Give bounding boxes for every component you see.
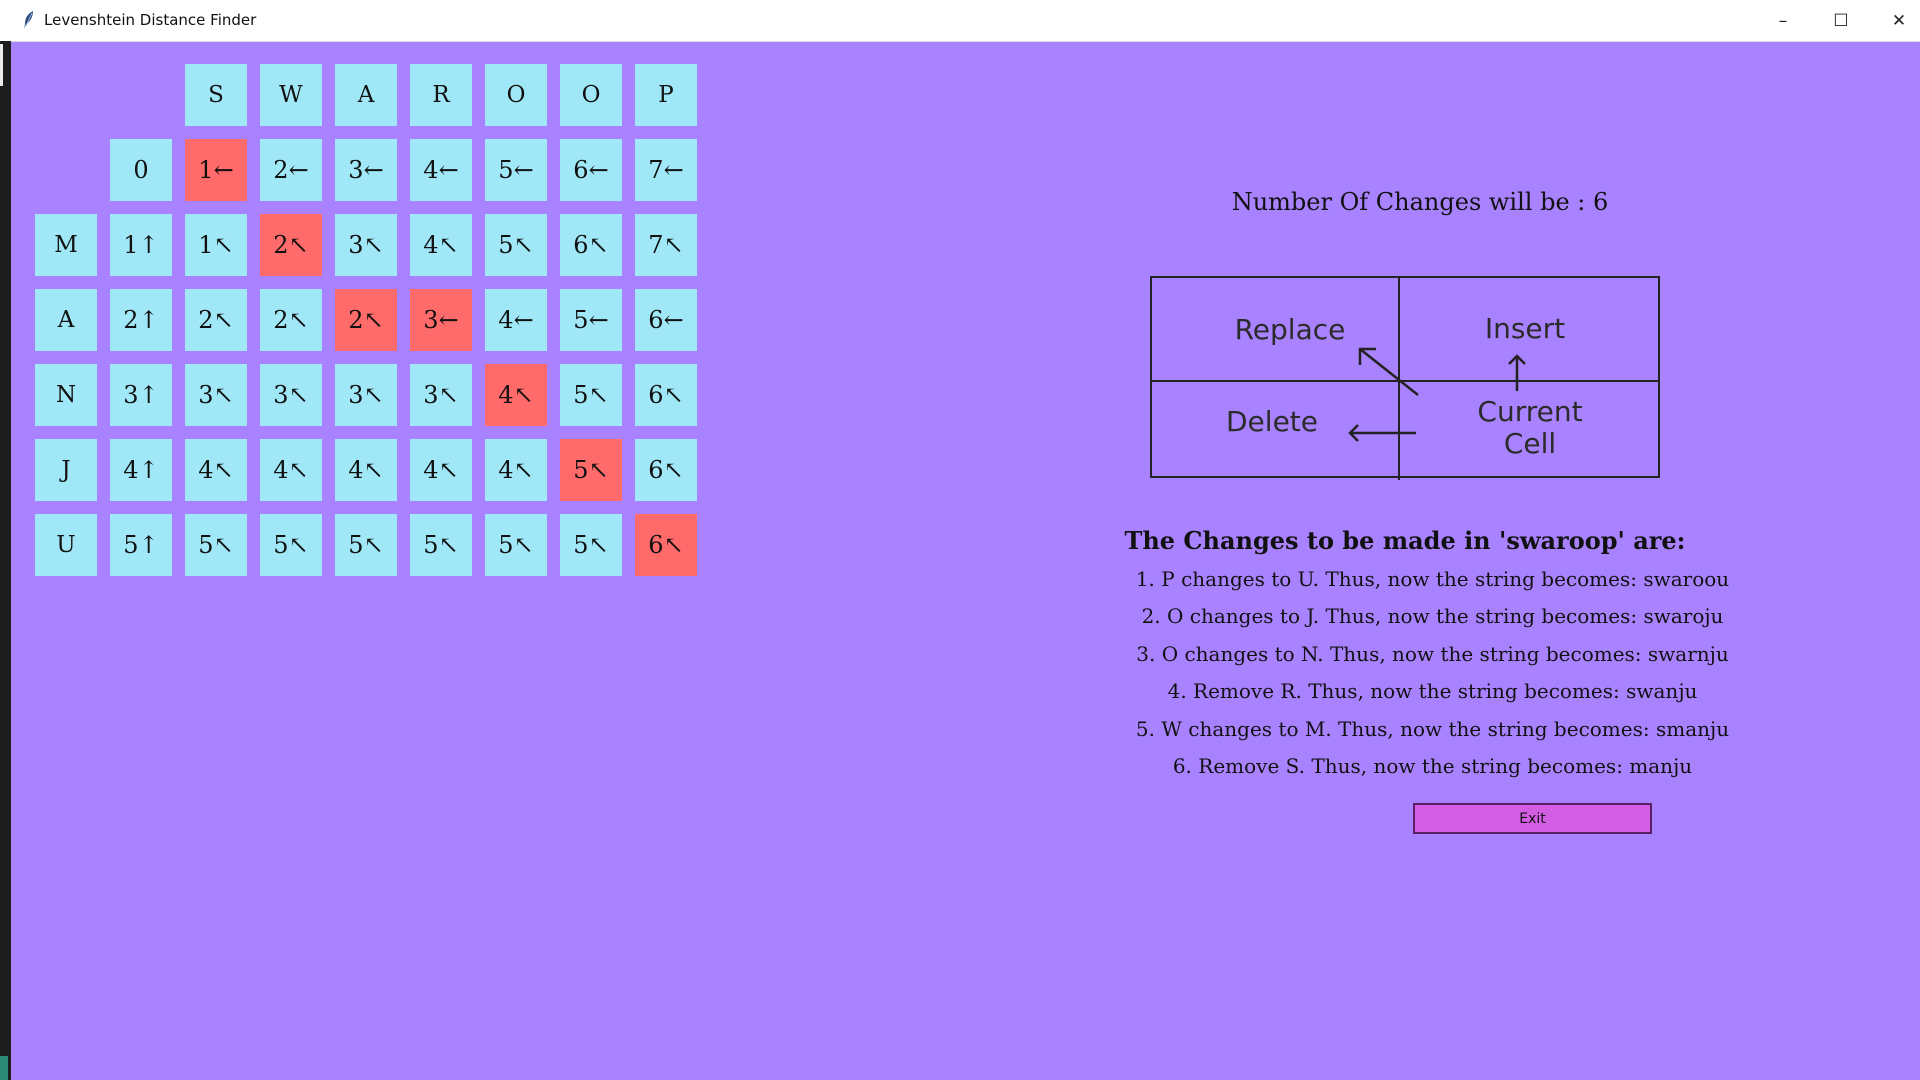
row-header-cell: J: [35, 439, 97, 501]
distance-cell: 6↖: [560, 214, 622, 276]
distance-cell: 5↑: [110, 514, 172, 576]
distance-cell: 3↖: [335, 364, 397, 426]
distance-cell: 3↖: [335, 214, 397, 276]
legend-current-line2: Cell: [1503, 427, 1557, 460]
app-window: Levenshtein Distance Finder – ☐ ✕ SWAROO…: [0, 0, 1920, 1080]
distance-cell: 4↖: [260, 439, 322, 501]
maximize-button[interactable]: ☐: [1812, 0, 1870, 41]
distance-cell: 6←: [635, 289, 697, 351]
distance-cell: 4↖: [410, 439, 472, 501]
distance-cell: 2↑: [110, 289, 172, 351]
distance-cell: 5←: [560, 289, 622, 351]
distance-cell: 3↖: [260, 364, 322, 426]
legend-insert-label: Insert: [1484, 312, 1566, 345]
distance-cell: 4↑: [110, 439, 172, 501]
distance-cell: 7←: [635, 139, 697, 201]
distance-cell: 2↖: [260, 289, 322, 351]
distance-cell: 3↖: [185, 364, 247, 426]
path-cell: 1←: [185, 139, 247, 201]
distance-cell: 7↖: [635, 214, 697, 276]
distance-cell: 2↖: [185, 289, 247, 351]
distance-cell: 1↖: [185, 214, 247, 276]
distance-cell: 5↖: [485, 214, 547, 276]
distance-cell: 3↑: [110, 364, 172, 426]
minimize-button[interactable]: –: [1754, 0, 1812, 41]
row-header-cell: N: [35, 364, 97, 426]
change-item: 1. P changes to U. Thus, now the string …: [1135, 567, 1730, 591]
distance-cell: 6←: [560, 139, 622, 201]
distance-cell: 6↖: [635, 364, 697, 426]
distance-cell: 4←: [410, 139, 472, 201]
distance-cell: 4←: [485, 289, 547, 351]
column-header-cell: R: [410, 64, 472, 126]
result-summary: Number Of Changes will be : 6: [1231, 188, 1609, 216]
row-header-cell: U: [35, 514, 97, 576]
distance-cell: 0: [110, 139, 172, 201]
column-header-cell: O: [485, 64, 547, 126]
distance-cell: 5↖: [335, 514, 397, 576]
path-cell: 5↖: [560, 439, 622, 501]
distance-cell: 2←: [260, 139, 322, 201]
change-item: 4. Remove R. Thus, now the string become…: [1167, 679, 1698, 703]
row-header-cell: M: [35, 214, 97, 276]
legend-delete-label: Delete: [1226, 405, 1318, 438]
distance-cell: 3←: [335, 139, 397, 201]
distance-cell: 5↖: [560, 514, 622, 576]
distance-cell: 5↖: [185, 514, 247, 576]
left-edge-accent: [0, 1056, 8, 1080]
feather-icon: [24, 11, 33, 29]
distance-cell: 3↖: [410, 364, 472, 426]
diagonal-arrow-icon: [1358, 347, 1419, 396]
distance-cell: 5↖: [560, 364, 622, 426]
change-item: 2. O changes to J. Thus, now the string …: [1141, 604, 1724, 628]
close-button[interactable]: ✕: [1870, 0, 1920, 41]
row-header-cell: A: [35, 289, 97, 351]
column-header-cell: S: [185, 64, 247, 126]
change-item: 6. Remove S. Thus, now the string become…: [1172, 754, 1693, 778]
distance-cell: 4↖: [185, 439, 247, 501]
distance-cell: 5←: [485, 139, 547, 201]
distance-cell: 5↖: [410, 514, 472, 576]
column-header-cell: P: [635, 64, 697, 126]
legend-current-cell-label: Current Cell: [1430, 396, 1630, 460]
path-cell: 3←: [410, 289, 472, 351]
left-edge-highlight: [0, 44, 3, 86]
path-cell: 6↖: [635, 514, 697, 576]
change-item: 3. O changes to N. Thus, now the string …: [1136, 642, 1729, 666]
distance-cell: 5↖: [260, 514, 322, 576]
path-cell: 2↖: [335, 289, 397, 351]
exit-button[interactable]: Exit: [1413, 803, 1652, 834]
column-header-cell: A: [335, 64, 397, 126]
changes-heading: The Changes to be made in 'swaroop' are:: [1124, 526, 1686, 555]
distance-cell: 4↖: [335, 439, 397, 501]
window-left-edge: [0, 41, 11, 1080]
legend-replace-label: Replace: [1234, 313, 1346, 346]
distance-cell: 5↖: [485, 514, 547, 576]
window-title: Levenshtein Distance Finder: [44, 11, 257, 29]
title-bar[interactable]: Levenshtein Distance Finder – ☐ ✕: [0, 0, 1920, 42]
change-item: 5. W changes to M. Thus, now the string …: [1135, 717, 1730, 741]
distance-cell: 6↖: [635, 439, 697, 501]
column-header-cell: W: [260, 64, 322, 126]
up-arrow-icon: [1508, 354, 1526, 391]
path-cell: 2↖: [260, 214, 322, 276]
distance-cell: 1↑: [110, 214, 172, 276]
distance-cell: 4↖: [410, 214, 472, 276]
distance-cell: 4↖: [485, 439, 547, 501]
path-cell: 4↖: [485, 364, 547, 426]
column-header-cell: O: [560, 64, 622, 126]
legend-current-line1: Current: [1477, 395, 1583, 428]
